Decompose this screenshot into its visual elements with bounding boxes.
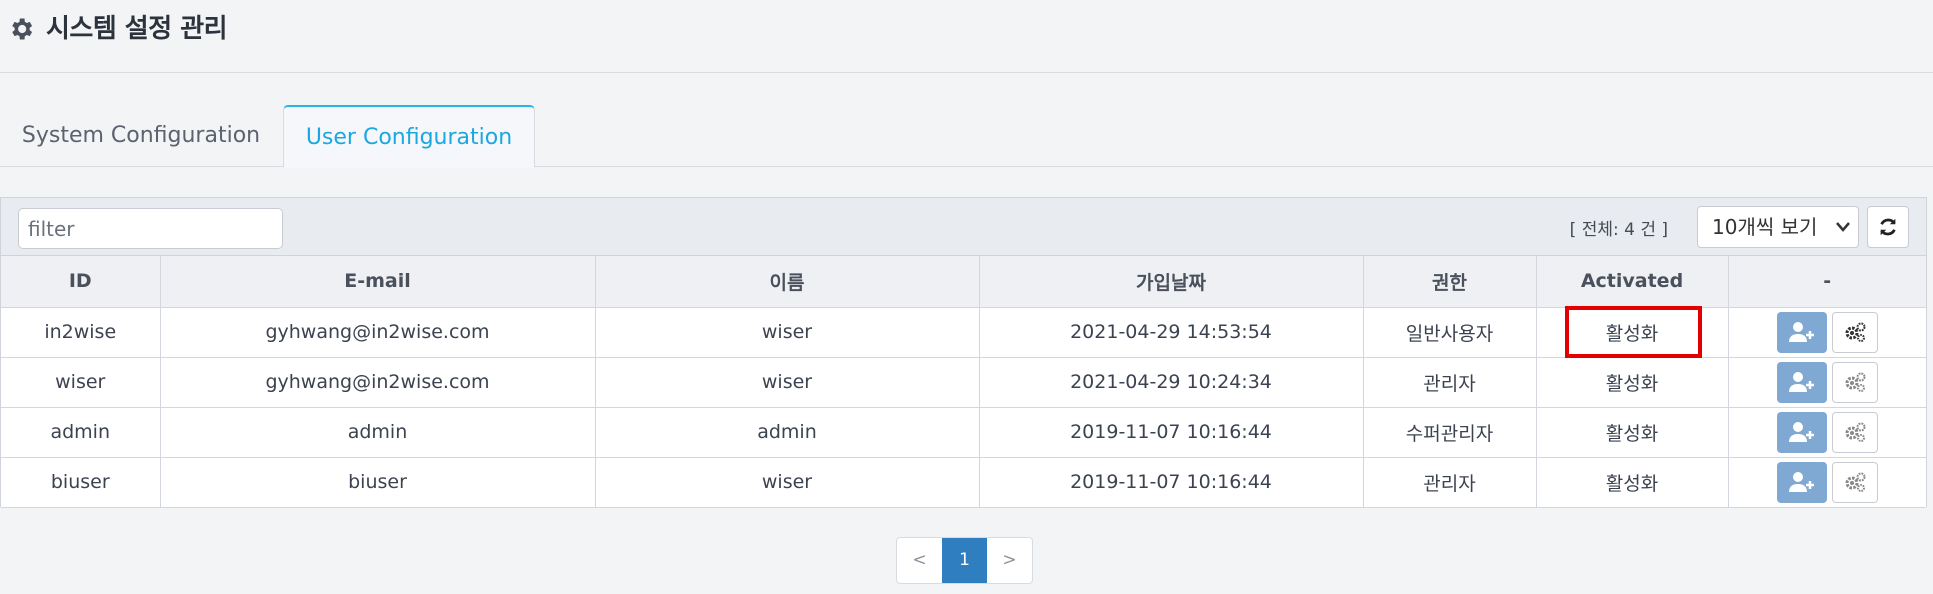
cell-id: wiser (1, 357, 161, 408)
cell-joined: 2021-04-29 10:24:34 (979, 357, 1364, 408)
column-header-id[interactable]: ID (1, 256, 161, 308)
add-user-button[interactable] (1776, 311, 1827, 353)
table-row[interactable]: biuser biuser wiser 2019-11-07 10:16:44 … (1, 457, 1926, 508)
cell-actions (1728, 457, 1926, 508)
add-user-icon (1788, 322, 1814, 342)
cell-role: 관리자 (1363, 357, 1537, 408)
cell-activated: 활성화 (1536, 357, 1729, 408)
cell-activated: 활성화 (1536, 457, 1729, 508)
refresh-icon (1880, 218, 1896, 236)
cogs-icon (1845, 422, 1866, 442)
cell-activated: 활성화 (1536, 407, 1729, 458)
tab-system-configuration[interactable]: System Configuration (0, 105, 282, 167)
column-header-activated[interactable]: Activated (1536, 256, 1729, 308)
column-header-name[interactable]: 이름 (595, 256, 980, 308)
total-count-label: [ 전체: 4 건 ] (1569, 220, 1668, 240)
cogs-icon (1845, 372, 1866, 392)
cogs-icon (1845, 472, 1866, 492)
cell-email: gyhwang@in2wise.com (160, 357, 596, 408)
cell-actions (1728, 357, 1926, 408)
column-header-role[interactable]: 권한 (1363, 256, 1537, 308)
cell-name: wiser (595, 307, 980, 358)
tab-bar: System Configuration User Configuration (0, 105, 1933, 168)
cell-email: admin (160, 407, 596, 458)
refresh-button[interactable] (1867, 206, 1909, 248)
cell-role: 수퍼관리자 (1363, 407, 1537, 458)
prev-page-button[interactable]: < (897, 538, 942, 583)
gear-icon (12, 18, 33, 40)
page-title: 시스템 설정 관리 (46, 14, 228, 44)
page-button-current[interactable]: 1 (942, 538, 987, 583)
tab-user-configuration[interactable]: User Configuration (283, 105, 535, 168)
page-size-value: 10개씩 보기 (1712, 215, 1818, 239)
column-header-email[interactable]: E-mail (160, 256, 596, 308)
settings-button[interactable] (1831, 361, 1878, 403)
cell-role: 관리자 (1363, 457, 1537, 508)
page-size-select[interactable]: 10개씩 보기 (1697, 206, 1859, 248)
next-page-button[interactable]: > (987, 538, 1032, 583)
add-user-icon (1788, 472, 1814, 492)
table-toolbar: [ 전체: 4 건 ] 10개씩 보기 (1, 198, 1926, 256)
user-table: ID E-mail 이름 가입날짜 권한 Activated - in2wise… (1, 256, 1926, 508)
cogs-icon (1845, 322, 1866, 342)
add-user-icon (1788, 422, 1814, 442)
cell-role: 일반사용자 (1363, 307, 1537, 358)
cell-joined: 2019-11-07 10:16:44 (979, 407, 1364, 458)
cell-email: biuser (160, 457, 596, 508)
add-user-icon (1788, 372, 1814, 392)
add-user-button[interactable] (1776, 461, 1827, 503)
table-header-row: ID E-mail 이름 가입날짜 권한 Activated - (1, 256, 1926, 308)
settings-button[interactable] (1831, 411, 1878, 453)
table-row[interactable]: admin admin admin 2019-11-07 10:16:44 수퍼… (1, 407, 1926, 458)
cell-name: admin (595, 407, 980, 458)
cell-name: wiser (595, 357, 980, 408)
table-row[interactable]: wiser gyhwang@in2wise.com wiser 2021-04-… (1, 357, 1926, 408)
cell-name: wiser (595, 457, 980, 508)
highlight-box (1564, 305, 1702, 358)
cell-joined: 2021-04-29 14:53:54 (979, 307, 1364, 358)
settings-button[interactable] (1831, 311, 1878, 353)
column-header-joined[interactable]: 가입날짜 (979, 256, 1364, 308)
cell-actions (1728, 407, 1926, 458)
chevron-down-icon (1834, 207, 1852, 262)
add-user-button[interactable] (1776, 361, 1827, 403)
cell-id: in2wise (1, 307, 161, 358)
cell-email: gyhwang@in2wise.com (160, 307, 596, 358)
column-header-actions: - (1728, 256, 1926, 308)
cell-activated: 활성화 (1536, 305, 1729, 358)
pagination: < 1 > (896, 537, 1033, 584)
table-row[interactable]: in2wise gyhwang@in2wise.com wiser 2021-0… (1, 305, 1926, 358)
cell-id: admin (1, 407, 161, 458)
cell-joined: 2019-11-07 10:16:44 (979, 457, 1364, 508)
filter-input[interactable] (18, 208, 283, 249)
page-header: 시스템 설정 관리 (0, 0, 1933, 73)
settings-button[interactable] (1831, 461, 1878, 503)
cell-actions (1728, 307, 1926, 358)
add-user-button[interactable] (1776, 411, 1827, 453)
cell-id: biuser (1, 457, 161, 508)
user-table-panel: [ 전체: 4 건 ] 10개씩 보기 ID E-mail 이름 (0, 197, 1927, 508)
